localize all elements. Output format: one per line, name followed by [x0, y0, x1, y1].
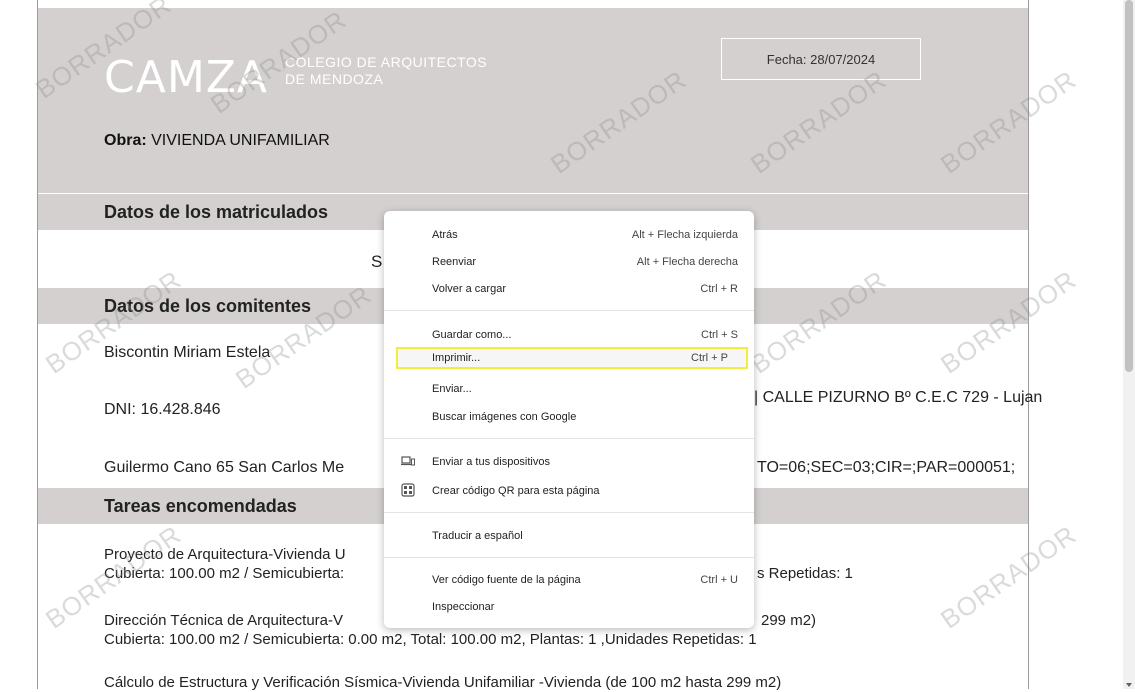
menu-item-shortcut: Ctrl + U	[700, 574, 738, 586]
menu-item-qr-code[interactable]: Crear código QR para esta página	[398, 480, 740, 502]
menu-item-label: Imprimir...	[432, 352, 481, 364]
tarea-1-line-2: Cubierta: 100.00 m2 / Semicubierta:	[104, 565, 345, 582]
menu-item-shortcut: Ctrl + S	[701, 329, 738, 341]
document-header: CAMZA COLEGIO DE ARQUITECTOS DE MENDOZA …	[38, 8, 1028, 193]
comitente-location: | CALLE PIZURNO Bº C.E.C 729 - Lujan	[754, 389, 1043, 406]
menu-item-print[interactable]: Imprimir... Ctrl + P	[396, 347, 748, 369]
tarea-2-line-1-right: 299 m2)	[761, 612, 817, 629]
menu-separator	[384, 557, 754, 558]
obra-label: Obra:	[104, 132, 147, 149]
menu-item-label: Volver a cargar	[432, 283, 506, 295]
menu-item-back[interactable]: Atrás Alt + Flecha izquierda	[398, 224, 740, 246]
menu-item-label: Ver código fuente de la página	[432, 574, 581, 586]
qr-code-icon	[401, 483, 415, 497]
organization-line-2: DE MENDOZA	[285, 71, 384, 87]
menu-item-shortcut: Alt + Flecha derecha	[636, 256, 738, 268]
menu-item-label: Crear código QR para esta página	[432, 485, 600, 497]
menu-item-inspect[interactable]: Inspeccionar	[398, 596, 740, 618]
menu-item-send[interactable]: Enviar...	[398, 378, 740, 400]
scrollbar-thumb[interactable]	[1125, 0, 1133, 372]
menu-item-reload[interactable]: Volver a cargar Ctrl + R	[398, 278, 740, 300]
menu-item-shortcut: Ctrl + R	[700, 283, 738, 295]
comitente-name: Biscontin Miriam Estela	[104, 344, 271, 361]
comitente-dni: DNI: 16.428.846	[104, 401, 221, 418]
tarea-1-line-1: Proyecto de Arquitectura-Vivienda U	[104, 546, 346, 563]
scroll-down-arrow-icon[interactable]	[1126, 683, 1132, 687]
menu-item-translate[interactable]: Traducir a español	[398, 525, 740, 547]
tarea-1-line-2-right: s Repetidas: 1	[757, 565, 853, 582]
menu-item-label: Inspeccionar	[432, 601, 495, 613]
menu-item-label: Reenviar	[432, 256, 477, 268]
menu-item-label: Atrás	[432, 229, 458, 241]
vertical-scrollbar[interactable]	[1123, 0, 1135, 689]
menu-item-view-source[interactable]: Ver código fuente de la página Ctrl + U	[398, 569, 740, 591]
context-menu: Atrás Alt + Flecha izquierda Reenviar Al…	[384, 211, 754, 628]
menu-item-search-images[interactable]: Buscar imágenes con Google	[398, 406, 740, 428]
menu-separator	[384, 512, 754, 513]
tarea-2-line-1: Dirección Técnica de Arquitectura-V	[104, 612, 344, 629]
camza-logo: CAMZA	[104, 52, 269, 103]
organization-line-1: COLEGIO DE ARQUITECTOS	[285, 54, 488, 70]
menu-separator	[384, 438, 754, 439]
menu-item-shortcut: Alt + Flecha izquierda	[631, 229, 738, 241]
comitente-cadastral: TO=06;SEC=03;CIR=;PAR=000051;	[757, 459, 1016, 476]
date-box: Fecha: 28/07/2024	[721, 38, 921, 80]
menu-item-label: Enviar a tus dispositivos	[432, 456, 550, 468]
menu-separator	[384, 310, 754, 311]
devices-icon	[401, 454, 415, 468]
menu-item-send-devices[interactable]: Enviar a tus dispositivos	[398, 451, 740, 473]
comitente-address: Guilermo Cano 65 San Carlos Me	[104, 459, 345, 476]
menu-item-save-as[interactable]: Guardar como... Ctrl + S	[398, 324, 740, 346]
obra-line: Obra: VIVIENDA UNIFAMILIAR	[104, 132, 330, 150]
matriculados-partial-text: S	[371, 252, 383, 271]
menu-item-forward[interactable]: Reenviar Alt + Flecha derecha	[398, 251, 740, 273]
obra-value: VIVIENDA UNIFAMILIAR	[151, 132, 330, 149]
tarea-3-line-1: Cálculo de Estructura y Verificación Sís…	[104, 674, 782, 691]
menu-item-label: Buscar imágenes con Google	[432, 411, 577, 423]
tarea-2-line-2: Cubierta: 100.00 m2 / Semicubierta: 0.00…	[104, 631, 757, 648]
menu-item-label: Guardar como...	[432, 329, 512, 341]
menu-item-label: Enviar...	[432, 383, 472, 395]
organization-name: COLEGIO DE ARQUITECTOS DE MENDOZA	[285, 54, 545, 88]
menu-item-shortcut: Ctrl + P	[691, 352, 728, 364]
menu-item-label: Traducir a español	[432, 530, 523, 542]
